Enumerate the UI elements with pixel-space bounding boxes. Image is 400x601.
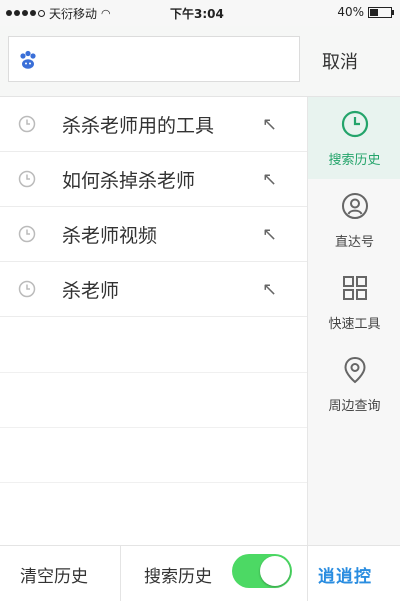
cancel-button[interactable]: 取消 — [322, 48, 358, 74]
history-toggle[interactable] — [232, 554, 292, 588]
person-circle-icon — [342, 193, 368, 219]
sidebar-item-label: 周边查询 — [328, 399, 381, 414]
history-item[interactable]: 杀老师 ↖ — [0, 262, 307, 317]
history-item[interactable]: 杀杀老师用的工具 ↖ — [0, 97, 307, 152]
sidebar-item-label: 快速工具 — [328, 317, 381, 332]
history-list: 杀杀老师用的工具 ↖ 如何杀掉杀老师 ↖ 杀老师视频 ↖ 杀老师 ↖ — [0, 97, 307, 545]
sidebar-item-quick-tools[interactable]: 快速工具 — [308, 261, 400, 343]
wifi-icon: ◠ — [101, 7, 111, 20]
sidebar: 搜索历史 直达号 快速工具 周边查询 — [307, 97, 400, 545]
clock-icon — [18, 225, 36, 243]
fill-arrow-icon[interactable]: ↖ — [262, 279, 277, 300]
fill-arrow-icon[interactable]: ↖ — [262, 169, 277, 190]
sidebar-item-direct[interactable]: 直达号 — [308, 179, 400, 261]
history-toggle-label: 搜索历史 — [144, 567, 212, 587]
battery-area: 40% — [337, 5, 394, 19]
grid-icon — [343, 276, 367, 300]
location-pin-icon — [344, 356, 366, 384]
divider — [0, 372, 307, 373]
history-item-text: 如何杀掉杀老师 — [62, 170, 196, 192]
bottom-bar: 清空历史 搜索历史 逍逍控 — [0, 545, 400, 601]
battery-icon — [368, 6, 394, 18]
clock-icon — [341, 110, 369, 138]
signal-icon — [6, 10, 45, 17]
history-item[interactable]: 如何杀掉杀老师 ↖ — [0, 152, 307, 207]
divider — [0, 482, 307, 483]
divider — [307, 546, 308, 601]
clock-icon — [18, 115, 36, 133]
clear-history-button[interactable]: 清空历史 — [20, 562, 88, 587]
status-bar: 天衍移动 ◠ 下午3:04 40% — [0, 0, 400, 26]
carrier-area: 天衍移动 ◠ — [6, 5, 111, 22]
history-item[interactable]: 杀老师视频 ↖ — [0, 207, 307, 262]
clock-icon — [18, 280, 36, 298]
history-item-text: 杀老师 — [62, 280, 120, 302]
history-item-text: 杀杀老师用的工具 — [62, 115, 215, 137]
divider — [0, 427, 307, 428]
sidebar-item-label: 直达号 — [334, 235, 374, 250]
sidebar-item-search-history[interactable]: 搜索历史 — [308, 97, 400, 179]
brand-logo: 逍逍控 — [318, 567, 372, 587]
clock-icon — [18, 170, 36, 188]
sidebar-item-label: 搜索历史 — [328, 153, 381, 168]
status-time: 下午3:04 — [170, 7, 224, 21]
baidu-paw-icon — [20, 50, 36, 69]
search-input[interactable] — [8, 36, 300, 82]
divider — [120, 546, 121, 601]
fill-arrow-icon[interactable]: ↖ — [262, 114, 277, 135]
battery-percent: 40% — [337, 5, 364, 19]
carrier-name: 天衍移动 — [49, 7, 98, 21]
search-bar: 取消 — [0, 26, 400, 97]
fill-arrow-icon[interactable]: ↖ — [262, 224, 277, 245]
sidebar-item-nearby[interactable]: 周边查询 — [308, 343, 400, 425]
toggle-knob — [260, 556, 290, 586]
history-item-text: 杀老师视频 — [62, 225, 158, 247]
